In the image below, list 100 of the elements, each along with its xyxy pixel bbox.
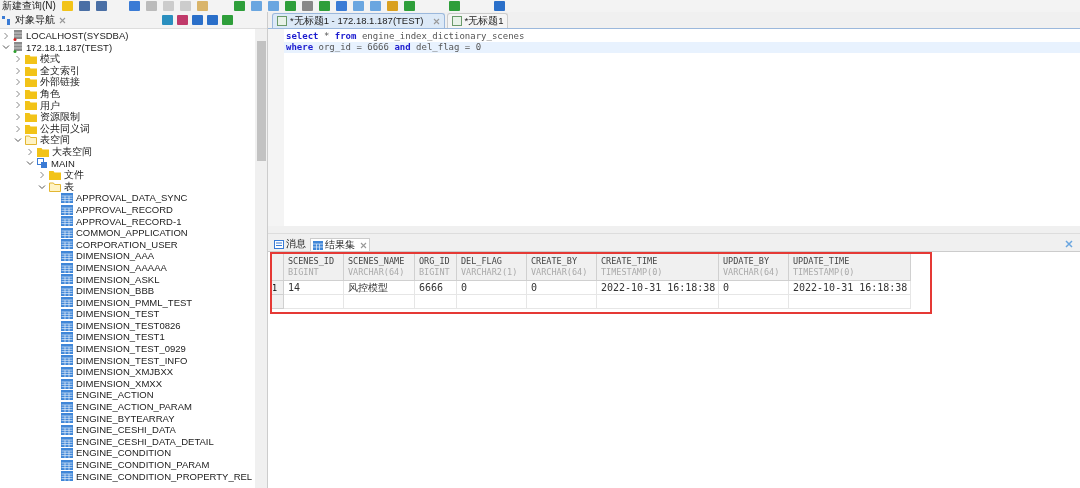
table-icon bbox=[61, 425, 73, 435]
open-folder-icon bbox=[49, 181, 61, 192]
tree-item[interactable]: ENGINE_CONDITION_PARAM bbox=[76, 460, 210, 470]
result-tab[interactable]: 结果集 bbox=[310, 238, 370, 251]
tree-item[interactable]: 全文索引 bbox=[40, 65, 80, 76]
column-type: VARCHAR(64) bbox=[531, 267, 589, 278]
tree-item[interactable]: 角色 bbox=[40, 89, 60, 99]
chevron-down-icon[interactable] bbox=[2, 43, 10, 52]
tree-item[interactable]: ENGINE_CESHI_DATA_DETAIL bbox=[76, 436, 214, 447]
table-icon bbox=[313, 240, 323, 250]
close-icon[interactable] bbox=[59, 16, 66, 24]
column-name: DEL_FLAG bbox=[461, 256, 503, 267]
editor-tab[interactable]: *无标题1 bbox=[446, 13, 509, 28]
tree-item[interactable]: ENGINE_CONDITION_PROPERTY_REL bbox=[76, 471, 253, 482]
table-icon bbox=[61, 251, 73, 262]
tree-item[interactable]: 表 bbox=[64, 181, 74, 192]
chevron-right-icon[interactable] bbox=[26, 147, 34, 156]
tree-item[interactable]: 外部链接 bbox=[40, 77, 80, 87]
tree-item[interactable]: 公共同义词 bbox=[40, 123, 90, 134]
tree-item[interactable]: 用户 bbox=[40, 100, 60, 111]
new-query-button[interactable]: 新建查询(N) bbox=[2, 1, 56, 11]
tree-item[interactable]: COMMON_APPLICATION bbox=[76, 228, 188, 238]
table-icon bbox=[61, 343, 73, 354]
close-icon[interactable] bbox=[432, 17, 440, 25]
scrollbar[interactable] bbox=[255, 29, 267, 488]
chevron-down-icon[interactable] bbox=[14, 136, 22, 145]
tree-item[interactable]: 表空间 bbox=[40, 135, 70, 145]
chevron-right-icon[interactable] bbox=[38, 170, 46, 179]
table-icon bbox=[61, 320, 73, 331]
table-icon bbox=[61, 285, 73, 296]
tree-icon bbox=[2, 15, 11, 25]
tree-item[interactable]: APPROVAL_RECORD-1 bbox=[76, 216, 182, 227]
tree-item[interactable]: DIMENSION_TEST1 bbox=[76, 332, 165, 342]
editor-tab[interactable]: *无标题1 - 172.18.1.187(TEST) bbox=[272, 13, 445, 28]
result-tab[interactable]: 消息 bbox=[272, 238, 308, 251]
tree-item[interactable]: ENGINE_CONDITION bbox=[76, 448, 171, 458]
panel-title[interactable]: 对象导航 bbox=[15, 12, 55, 28]
column-name: SCENES_ID bbox=[288, 256, 336, 267]
column-type: BIGINT bbox=[419, 267, 451, 278]
column-name: UPDATE_BY bbox=[723, 256, 771, 267]
tree-item[interactable]: DIMENSION_TEST0826 bbox=[76, 320, 181, 331]
column-type: VARCHAR2(1) bbox=[461, 267, 519, 278]
close-icon[interactable] bbox=[360, 241, 367, 249]
column-type: VARCHAR(64) bbox=[348, 267, 406, 278]
tree-item[interactable]: MAIN bbox=[51, 158, 75, 169]
table-icon bbox=[61, 193, 73, 204]
tree-item[interactable]: DIMENSION_TEST_INFO bbox=[76, 355, 188, 366]
maximize-icon[interactable] bbox=[1064, 239, 1074, 249]
table-icon bbox=[61, 227, 73, 238]
column-type: VARCHAR(64) bbox=[723, 267, 781, 278]
tree-item[interactable]: APPROVAL_DATA_SYNC bbox=[76, 193, 188, 203]
tree-item[interactable]: APPROVAL_RECORD bbox=[76, 204, 173, 215]
sql-file-icon bbox=[277, 16, 287, 26]
table-icon bbox=[61, 297, 73, 308]
tree-item[interactable]: DIMENSION_ASKL bbox=[76, 274, 160, 284]
chevron-down-icon[interactable] bbox=[38, 182, 46, 191]
table-icon bbox=[61, 413, 73, 424]
table-icon bbox=[61, 216, 73, 227]
tree-item[interactable]: DIMENSION_AAA bbox=[76, 251, 155, 261]
tree-item[interactable]: 文件 bbox=[64, 170, 84, 180]
tree-item[interactable]: 模式 bbox=[40, 54, 60, 64]
table-icon bbox=[61, 274, 73, 285]
tree-item[interactable]: ENGINE_CESHI_DATA bbox=[76, 425, 176, 435]
table-icon bbox=[61, 448, 73, 459]
column-name: CREATE_BY bbox=[531, 256, 579, 267]
tree-item[interactable]: DIMENSION_BBB bbox=[76, 286, 155, 296]
column-name: SCENES_NAME bbox=[348, 256, 406, 267]
tree-item[interactable]: DIMENSION_TEST bbox=[76, 309, 160, 319]
tree-item[interactable]: CORPORATION_USER bbox=[76, 239, 178, 250]
table-icon bbox=[61, 459, 73, 470]
table-icon bbox=[61, 355, 73, 366]
tree-item[interactable]: ENGINE_ACTION bbox=[76, 390, 154, 400]
table-icon bbox=[61, 401, 73, 412]
table-icon bbox=[61, 262, 73, 273]
table-icon bbox=[61, 239, 73, 250]
scrollbar-thumb[interactable] bbox=[256, 41, 266, 161]
sql-editor[interactable]: select * from engine_index_dictionary_scenes where org_id = 6666 and del_flag = 0 bbox=[268, 28, 1080, 226]
column-name: ORG_ID bbox=[419, 256, 451, 267]
table-icon bbox=[61, 471, 73, 482]
tree-item[interactable]: LOCALHOST(SYSDBA) bbox=[26, 31, 129, 41]
chevron-down-icon[interactable] bbox=[26, 159, 34, 168]
table-icon bbox=[61, 204, 73, 215]
tree-item[interactable]: DIMENSION_AAAAA bbox=[76, 262, 167, 273]
column-type: TIMESTAMP(0) bbox=[601, 267, 664, 278]
tree-item[interactable]: DIMENSION_TEST_0929 bbox=[76, 344, 186, 354]
tree-item[interactable]: 172.18.1.187(TEST) bbox=[26, 42, 113, 53]
tree-item[interactable]: 资源限制 bbox=[40, 112, 80, 122]
tree-item[interactable]: ENGINE_BYTEARRAY bbox=[76, 413, 175, 424]
tree-item[interactable]: ENGINE_ACTION_PARAM bbox=[76, 402, 192, 412]
open-folder-icon bbox=[25, 135, 37, 146]
tree-item[interactable]: DIMENSION_PMML_TEST bbox=[76, 297, 193, 308]
tree-item[interactable]: 大表空间 bbox=[52, 147, 92, 157]
column-type: TIMESTAMP(0) bbox=[793, 267, 856, 278]
tree-item[interactable]: DIMENSION_XMJBXX bbox=[76, 367, 174, 377]
tree-item[interactable]: DIMENSION_XMXX bbox=[76, 378, 163, 389]
table-icon bbox=[61, 378, 73, 389]
chevron-right-icon[interactable] bbox=[2, 31, 10, 40]
column-name: UPDATE_TIME bbox=[793, 256, 851, 267]
table-icon bbox=[61, 309, 73, 320]
table-icon bbox=[61, 436, 73, 447]
